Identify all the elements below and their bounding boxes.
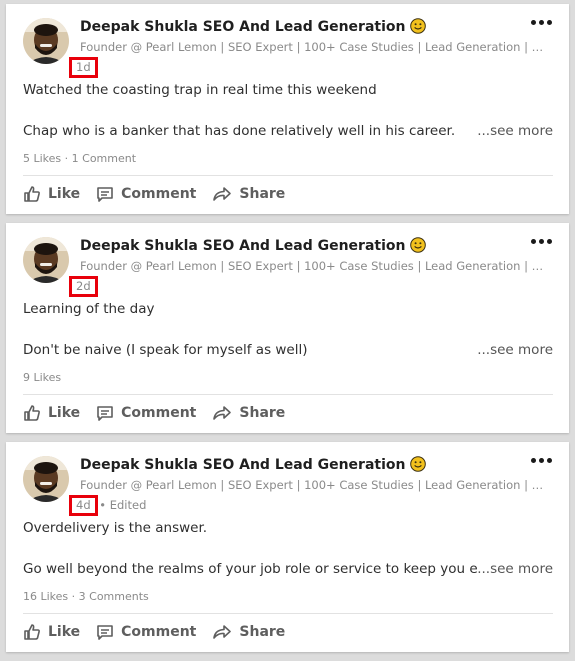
post-timestamp[interactable]: 2d <box>69 276 98 297</box>
social-counts[interactable]: 16 Likes · 3 Comments <box>23 590 149 603</box>
post-meta: 4d • Edited <box>69 495 147 516</box>
author-name-text: Deepak Shukla SEO And Lead Generation <box>80 457 406 473</box>
edited-label: • Edited <box>99 498 147 512</box>
post-text-line-2: Chap who is a banker that has done relat… <box>23 123 456 139</box>
share-arrow-icon <box>213 406 232 420</box>
comment-button[interactable]: Comment <box>96 185 196 203</box>
author-headline: Founder @ Pearl Lemon | SEO Expert | 100… <box>80 40 550 54</box>
like-button[interactable]: Like <box>23 404 80 422</box>
post-text-line-1: Learning of the day <box>23 301 155 317</box>
post-text-line-1: Overdelivery is the answer. <box>23 520 208 536</box>
post-text-line-2: Don't be naive (I speak for myself as we… <box>23 342 308 358</box>
post-card: Deepak Shukla SEO And Lead Generation Fo… <box>6 4 569 214</box>
author-name-text: Deepak Shukla SEO And Lead Generation <box>80 238 406 254</box>
divider <box>23 394 553 395</box>
action-bar: Like Comment Share <box>23 185 301 203</box>
avatar[interactable] <box>23 237 69 283</box>
smiley-emoji-icon <box>410 18 427 34</box>
comment-label: Comment <box>121 405 197 421</box>
divider <box>23 613 553 614</box>
share-label: Share <box>239 405 286 421</box>
post-timestamp[interactable]: 4d <box>69 495 98 516</box>
thumbs-up-icon <box>24 405 40 421</box>
see-more-link[interactable]: ...see more <box>477 561 553 577</box>
author-name-text: Deepak Shukla SEO And Lead Generation <box>80 19 406 35</box>
author-headline: Founder @ Pearl Lemon | SEO Expert | 100… <box>80 259 550 273</box>
like-label: Like <box>48 186 81 202</box>
social-counts[interactable]: 5 Likes · 1 Comment <box>23 152 136 165</box>
thumbs-up-icon <box>24 186 40 202</box>
comment-button[interactable]: Comment <box>96 404 196 422</box>
more-options-icon[interactable] <box>531 454 553 464</box>
share-arrow-icon <box>213 187 232 201</box>
avatar[interactable] <box>23 18 69 64</box>
like-label: Like <box>48 624 81 640</box>
comment-icon <box>97 625 113 640</box>
author-name[interactable]: Deepak Shukla SEO And Lead Generation <box>80 18 427 35</box>
see-more-link[interactable]: ...see more <box>477 123 553 139</box>
like-button[interactable]: Like <box>23 623 80 641</box>
post-card: Deepak Shukla SEO And Lead Generation Fo… <box>6 442 569 652</box>
social-counts[interactable]: 9 Likes <box>23 371 61 384</box>
share-button[interactable]: Share <box>212 623 285 641</box>
more-options-icon[interactable] <box>531 235 553 245</box>
like-label: Like <box>48 405 81 421</box>
action-bar: Like Comment Share <box>23 404 301 422</box>
comment-icon <box>97 187 113 202</box>
author-name[interactable]: Deepak Shukla SEO And Lead Generation <box>80 456 427 473</box>
comment-label: Comment <box>121 624 197 640</box>
author-name[interactable]: Deepak Shukla SEO And Lead Generation <box>80 237 427 254</box>
post-timestamp[interactable]: 1d <box>69 57 98 78</box>
thumbs-up-icon <box>24 624 40 640</box>
comment-icon <box>97 406 113 421</box>
comment-label: Comment <box>121 186 197 202</box>
post-meta: 2d <box>69 276 98 297</box>
share-button[interactable]: Share <box>212 404 285 422</box>
author-headline: Founder @ Pearl Lemon | SEO Expert | 100… <box>80 478 550 492</box>
post-meta: 1d <box>69 57 98 78</box>
smiley-emoji-icon <box>410 237 427 253</box>
smiley-emoji-icon <box>410 456 427 472</box>
like-button[interactable]: Like <box>23 185 80 203</box>
avatar[interactable] <box>23 456 69 502</box>
post-card: Deepak Shukla SEO And Lead Generation Fo… <box>6 223 569 433</box>
share-arrow-icon <box>213 625 232 639</box>
post-text-line-1: Watched the coasting trap in real time t… <box>23 82 377 98</box>
post-text-line-2: Go well beyond the realms of your job ro… <box>23 561 478 577</box>
comment-button[interactable]: Comment <box>96 623 196 641</box>
more-options-icon[interactable] <box>531 16 553 26</box>
action-bar: Like Comment Share <box>23 623 301 641</box>
see-more-link[interactable]: ...see more <box>477 342 553 358</box>
share-button[interactable]: Share <box>212 185 285 203</box>
share-label: Share <box>239 624 286 640</box>
share-label: Share <box>239 186 286 202</box>
divider <box>23 175 553 176</box>
feed: Deepak Shukla SEO And Lead Generation Fo… <box>0 0 575 661</box>
